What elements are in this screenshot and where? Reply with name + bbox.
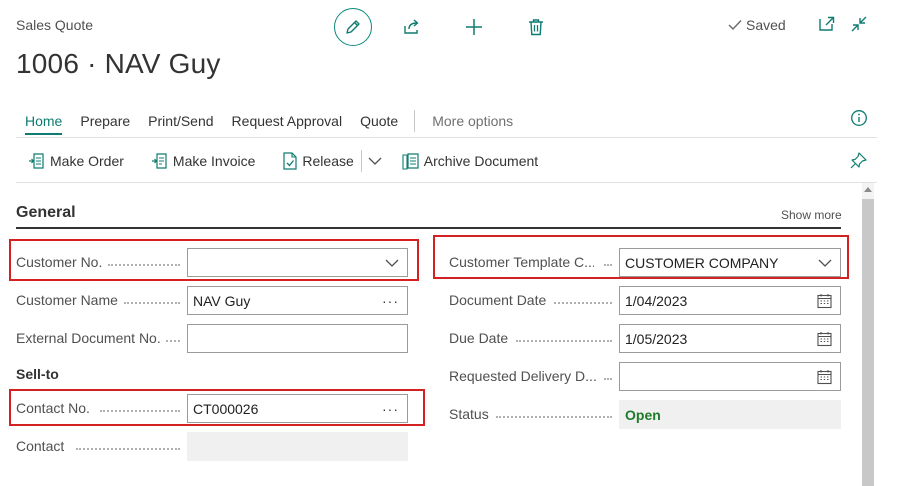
archive-document-icon	[402, 153, 419, 170]
open-new-window-button[interactable]	[817, 14, 837, 39]
release-icon	[283, 152, 298, 170]
dotted-leader	[124, 302, 180, 304]
status-value: Open	[625, 406, 661, 423]
contact-label: Contact	[16, 438, 65, 454]
highlight-box-customer-template	[433, 235, 849, 279]
saved-status: Saved	[728, 17, 786, 33]
requested-delivery-picker[interactable]	[817, 369, 832, 384]
action-tabs: Home Prepare Print/Send Request Approval…	[16, 110, 522, 135]
document-date-value: 1/04/2023	[625, 292, 688, 309]
delete-button[interactable]	[516, 8, 556, 46]
dotted-leader	[496, 416, 612, 418]
calendar-icon	[817, 293, 832, 308]
due-date-label: Due Date	[449, 330, 509, 346]
archive-document-label: Archive Document	[423, 153, 539, 169]
chevron-down-icon	[368, 157, 382, 165]
release-button[interactable]: Release	[282, 150, 354, 172]
dotted-leader	[76, 448, 180, 450]
collapse-icon	[851, 16, 867, 32]
status-label: Status	[449, 406, 489, 422]
calendar-icon	[817, 331, 832, 346]
pin-action-bar-button[interactable]	[850, 151, 868, 174]
make-order-button[interactable]: Make Order	[28, 150, 124, 172]
contact-field	[187, 432, 408, 461]
tab-print-send[interactable]: Print/Send	[139, 112, 222, 130]
customer-name-label: Customer Name	[16, 292, 118, 308]
show-more-link[interactable]: Show more	[781, 208, 842, 222]
info-icon	[851, 110, 867, 126]
info-button[interactable]	[850, 109, 868, 132]
pencil-icon	[346, 20, 360, 34]
due-date-picker[interactable]	[817, 331, 832, 346]
highlight-box-customer-no	[9, 239, 419, 281]
new-button[interactable]	[454, 8, 494, 46]
customer-name-value: NAV Guy	[193, 292, 251, 309]
make-invoice-button[interactable]: Make Invoice	[151, 150, 255, 172]
document-date-label: Document Date	[449, 292, 547, 308]
scrollbar-thumb[interactable]	[862, 199, 874, 486]
highlight-box-contact-no	[9, 389, 425, 426]
release-divider	[360, 150, 362, 172]
section-title-general[interactable]: General	[16, 204, 76, 222]
status-field: Open	[619, 400, 841, 429]
edit-button[interactable]	[334, 8, 372, 46]
due-date-field[interactable]: 1/05/2023	[619, 324, 841, 353]
tab-home[interactable]: Home	[16, 112, 71, 135]
dotted-leader	[516, 340, 612, 342]
make-order-label: Make Order	[50, 153, 124, 169]
due-date-value: 1/05/2023	[625, 330, 688, 347]
pin-icon	[850, 152, 867, 169]
external-doc-no-field[interactable]	[187, 324, 408, 353]
collapse-button[interactable]	[849, 14, 869, 39]
calendar-icon	[817, 369, 832, 384]
dotted-leader	[166, 340, 180, 342]
dotted-leader	[554, 302, 612, 304]
checkmark-icon	[728, 20, 742, 31]
page-type-label: Sales Quote	[16, 17, 94, 33]
external-doc-no-label: External Document No.	[16, 330, 161, 346]
make-invoice-label: Make Invoice	[172, 153, 256, 169]
plus-icon	[466, 19, 482, 35]
section-rule	[16, 227, 841, 229]
make-order-icon	[29, 153, 44, 169]
tabs-divider	[16, 137, 877, 138]
tab-prepare[interactable]: Prepare	[71, 112, 139, 130]
dotted-leader	[604, 378, 612, 380]
release-label: Release	[302, 153, 354, 169]
scroll-up-arrow-icon[interactable]	[864, 187, 872, 192]
tab-request-approval[interactable]: Request Approval	[223, 112, 352, 130]
action-bar: Make Order Make Invoice Release Archive …	[28, 150, 565, 172]
tab-divider	[414, 110, 416, 132]
requested-delivery-label: Requested Delivery D...	[449, 368, 597, 384]
document-date-field[interactable]: 1/04/2023	[619, 286, 841, 315]
top-toolbar	[334, 8, 556, 46]
sell-to-heading: Sell-to	[16, 366, 59, 382]
customer-name-field[interactable]: NAV Guy ···	[187, 286, 408, 315]
share-button[interactable]	[392, 8, 432, 46]
open-in-new-window-icon	[819, 16, 835, 31]
saved-label: Saved	[746, 17, 786, 33]
tab-quote[interactable]: Quote	[351, 112, 407, 130]
archive-document-button[interactable]: Archive Document	[402, 150, 538, 172]
tab-more-options[interactable]: More options	[423, 112, 522, 130]
share-icon	[404, 19, 419, 34]
window-controls	[817, 14, 869, 39]
customer-name-lookup-button[interactable]: ···	[382, 294, 399, 308]
requested-delivery-field[interactable]	[619, 362, 841, 391]
trash-icon	[529, 19, 543, 36]
release-dropdown-button[interactable]	[368, 150, 382, 172]
make-invoice-icon	[151, 153, 167, 169]
document-date-picker[interactable]	[817, 293, 832, 308]
page-title: 1006 · NAV Guy	[16, 48, 221, 79]
actionbar-divider	[16, 182, 877, 183]
